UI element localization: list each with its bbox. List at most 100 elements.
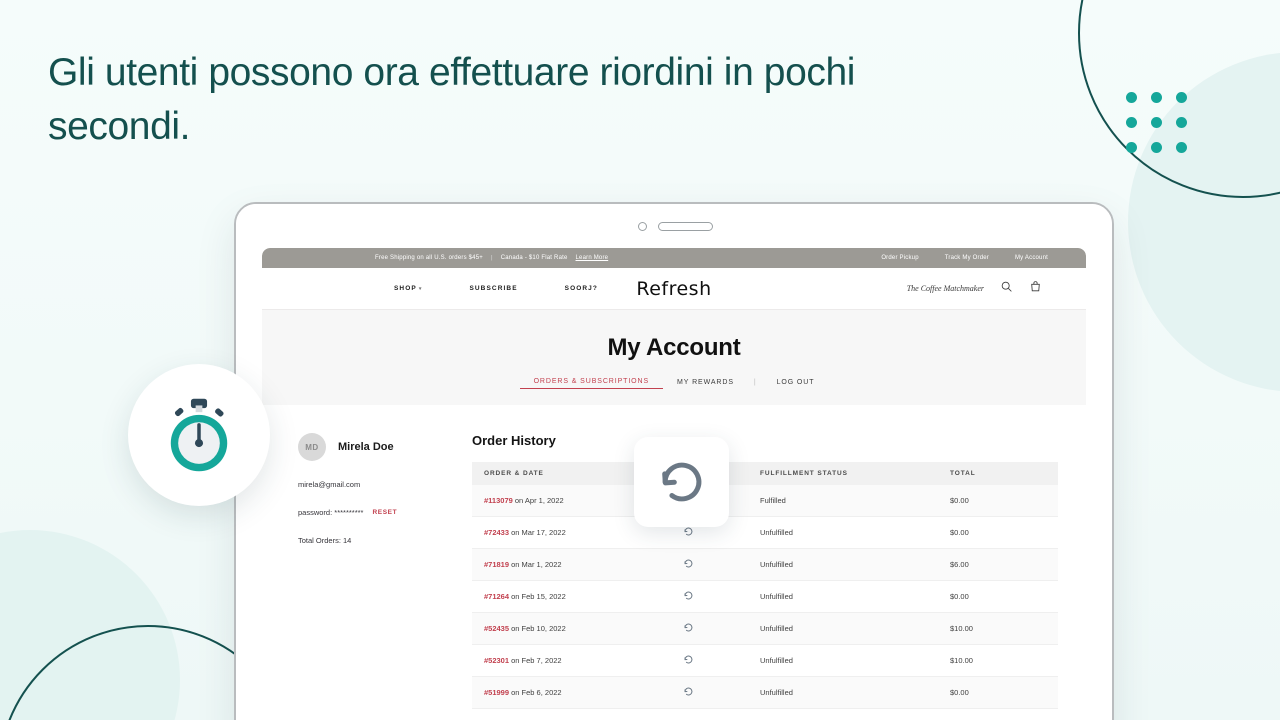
profile-sidebar: MD Mirela Doe mirela@gmail.com password:… xyxy=(262,433,472,709)
table-row[interactable]: #113079 on Apr 1, 2022 Fulfilled $0.00 xyxy=(472,485,1058,517)
order-date: on Feb 6, 2022 xyxy=(511,688,562,697)
table-body: #113079 on Apr 1, 2022 Fulfilled $0.00 #724… xyxy=(472,485,1058,709)
order-number-link[interactable]: #71264 xyxy=(484,592,509,601)
cell-total: $0.00 xyxy=(938,516,1058,549)
cell-order-date: #52435 on Feb 10, 2022 xyxy=(472,612,628,645)
password-label-text: password: xyxy=(298,508,333,517)
cell-fulfillment-status: Unfulfilled xyxy=(748,676,938,709)
profile-user-row: MD Mirela Doe xyxy=(298,433,472,461)
order-date: on Feb 10, 2022 xyxy=(511,624,566,633)
cell-reorder[interactable] xyxy=(628,580,748,613)
reorder-highlight-card[interactable] xyxy=(634,437,729,527)
table-row[interactable]: #71819 on Mar 1, 2022 Unfulfilled $6.00 xyxy=(472,548,1058,581)
table-header: ORDER & DATE FULFILLMENT STATUS TOTAL xyxy=(472,462,1058,485)
cell-reorder[interactable] xyxy=(628,612,748,645)
brand-logo[interactable]: Refresh xyxy=(636,278,711,300)
reorder-icon[interactable] xyxy=(683,591,694,603)
order-history-section: Order History ORDER & DATE FULFILLMENT S… xyxy=(472,433,1086,709)
page-title: My Account xyxy=(607,334,741,361)
decor-dot-grid xyxy=(1126,92,1190,156)
learn-more-link[interactable]: Learn More xyxy=(576,255,609,261)
my-account-link[interactable]: My Account xyxy=(1015,255,1048,261)
column-total: TOTAL xyxy=(938,462,1058,485)
password-mask: ********** xyxy=(334,508,364,517)
cell-total: $6.00 xyxy=(938,548,1058,581)
cell-fulfillment-status: Unfulfilled xyxy=(748,644,938,677)
reorder-icon[interactable] xyxy=(683,527,694,539)
cell-total: $10.00 xyxy=(938,612,1058,645)
speaker-slot xyxy=(658,222,713,231)
nav-item-shop-label: SHOP xyxy=(394,285,417,292)
cell-fulfillment-status: Unfulfilled xyxy=(748,516,938,549)
order-number-link[interactable]: #71819 xyxy=(484,560,509,569)
announcement-shipping: Free Shipping on all U.S. orders $45+ xyxy=(375,255,483,261)
page-headline: Gli utenti possono ora effettuare riordi… xyxy=(48,51,856,148)
tab-log-out[interactable]: LOG OUT xyxy=(763,379,829,389)
stopwatch-icon xyxy=(170,398,228,472)
tab-my-rewards[interactable]: MY REWARDS xyxy=(663,379,748,389)
order-number-link[interactable]: #52435 xyxy=(484,624,509,633)
order-history-table: ORDER & DATE FULFILLMENT STATUS TOTAL #1… xyxy=(472,462,1058,709)
account-header: My Account ORDERS & SUBSCRIPTIONS MY REW… xyxy=(262,310,1086,405)
order-history-title: Order History xyxy=(472,433,556,448)
cell-reorder[interactable] xyxy=(628,548,748,581)
reorder-icon xyxy=(661,462,701,502)
account-tabs: ORDERS & SUBSCRIPTIONS MY REWARDS | LOG … xyxy=(262,378,1086,389)
table-row[interactable]: #52435 on Feb 10, 2022 Unfulfilled $10.00 xyxy=(472,612,1058,645)
profile-password-row: password: ********** RESET xyxy=(298,508,472,517)
nav-item-soorj[interactable]: SOORJ? xyxy=(565,285,598,292)
order-number-link[interactable]: #113079 xyxy=(484,496,513,505)
table-row[interactable]: #71264 on Feb 15, 2022 Unfulfilled $0.00 xyxy=(472,580,1058,613)
table-row[interactable]: #72433 on Mar 17, 2022 Unfulfilled $0.00 xyxy=(472,516,1058,549)
reorder-icon[interactable] xyxy=(683,559,694,571)
cell-reorder[interactable] xyxy=(628,676,748,709)
search-icon[interactable] xyxy=(1000,280,1013,298)
table-row[interactable]: #52301 on Feb 7, 2022 Unfulfilled $10.00 xyxy=(472,644,1058,677)
profile-email: mirela@gmail.com xyxy=(298,480,361,489)
order-date: on Feb 7, 2022 xyxy=(511,656,562,665)
announcement-separator: | xyxy=(490,255,493,261)
table-row[interactable]: #51999 on Feb 6, 2022 Unfulfilled $0.00 xyxy=(472,676,1058,709)
avatar: MD xyxy=(298,433,326,461)
cell-fulfillment-status: Unfulfilled xyxy=(748,580,938,613)
order-pickup-link[interactable]: Order Pickup xyxy=(881,255,918,261)
cell-fulfillment-status: Unfulfilled xyxy=(748,548,938,581)
reorder-icon[interactable] xyxy=(683,687,694,699)
profile-name: Mirela Doe xyxy=(338,441,394,453)
cell-order-date: #51999 on Feb 6, 2022 xyxy=(472,676,628,709)
order-date: on Mar 1, 2022 xyxy=(511,560,562,569)
camera-icon xyxy=(638,222,647,231)
chevron-down-icon: ▾ xyxy=(418,286,423,292)
stopwatch-badge xyxy=(128,364,270,506)
cell-total: $0.00 xyxy=(938,676,1058,709)
tab-divider: | xyxy=(753,378,757,386)
column-fulfillment-status: FULFILLMENT STATUS xyxy=(748,462,938,485)
announcement-canada: Canada - $10 Flat Rate xyxy=(500,255,568,261)
cell-order-date: #72433 on Mar 17, 2022 xyxy=(472,516,628,549)
nav-item-shop[interactable]: SHOP ▾ xyxy=(394,285,422,292)
reset-password-button[interactable]: RESET xyxy=(372,509,397,516)
order-number-link[interactable]: #72433 xyxy=(484,528,509,537)
tab-orders-subscriptions[interactable]: ORDERS & SUBSCRIPTIONS xyxy=(519,378,664,389)
cell-order-date: #113079 on Apr 1, 2022 xyxy=(472,485,628,517)
track-my-order-link[interactable]: Track My Order xyxy=(945,255,989,261)
nav-item-subscribe[interactable]: SUBSCRIBE xyxy=(469,285,517,292)
cell-total: $10.00 xyxy=(938,644,1058,677)
reorder-icon[interactable] xyxy=(683,623,694,635)
order-number-link[interactable]: #52301 xyxy=(484,656,509,665)
cell-total: $0.00 xyxy=(938,580,1058,613)
site-navigation: SHOP ▾ SUBSCRIBE SOORJ? Refresh The Coffe… xyxy=(262,268,1086,310)
profile-password-label: password: ********** xyxy=(298,508,363,517)
order-date: on Mar 17, 2022 xyxy=(511,528,566,537)
order-number-link[interactable]: #51999 xyxy=(484,688,509,697)
order-date: on Apr 1, 2022 xyxy=(514,496,564,505)
shopping-bag-icon[interactable] xyxy=(1029,280,1042,298)
cell-order-date: #52301 on Feb 7, 2022 xyxy=(472,644,628,677)
profile-total-orders: Total Orders: 14 xyxy=(298,536,352,545)
order-date: on Feb 15, 2022 xyxy=(511,592,566,601)
cell-order-date: #71264 on Feb 15, 2022 xyxy=(472,580,628,613)
reorder-icon[interactable] xyxy=(683,655,694,667)
cell-fulfillment-status: Fulfilled xyxy=(748,485,938,517)
column-order-date: ORDER & DATE xyxy=(472,462,628,485)
cell-reorder[interactable] xyxy=(628,644,748,677)
